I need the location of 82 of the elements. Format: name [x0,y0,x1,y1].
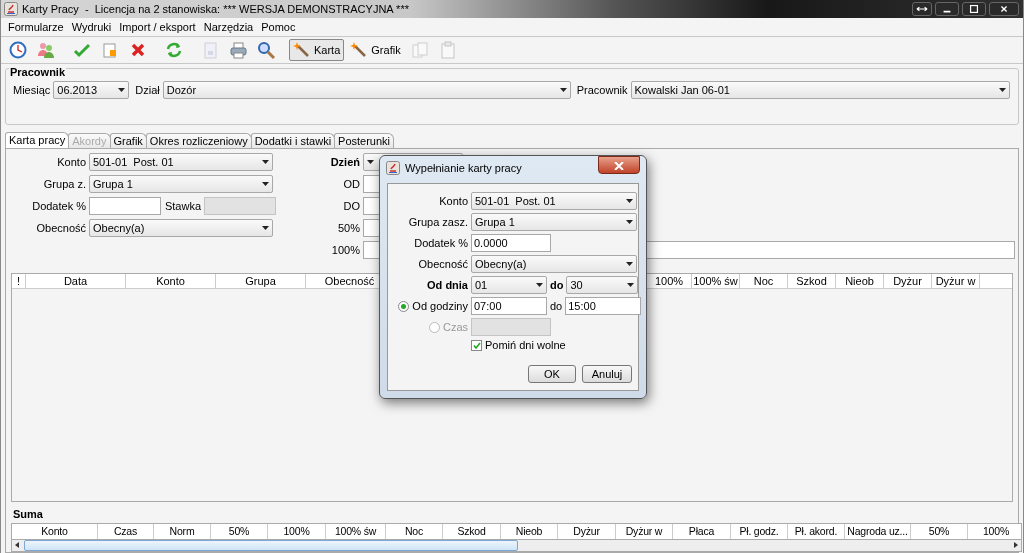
tab[interactable]: Posterunki [334,133,395,148]
column-header: Noc [740,274,788,288]
tab[interactable]: Dodatki i stawki [250,133,336,148]
menu-item[interactable]: Narzędzia [199,21,258,33]
dropdown[interactable]: Obecny(a) [89,219,273,237]
menu-item[interactable]: Import / eksport [115,21,200,33]
dropdown[interactable]: 501-01 Post. 01 [89,153,273,171]
column-header: Dyżur [558,524,616,539]
column-header: Dyżur w [616,524,673,539]
field-label: Pracownik [576,84,628,96]
toolbar-button[interactable]: Grafik [346,39,405,61]
group-title: Pracownik [9,66,67,78]
field-label: 50% [336,222,360,234]
column-header: 50% [911,524,968,539]
column-header: ! [12,274,26,288]
menu-item[interactable]: Wydruki [67,21,116,33]
column-header: Pł. akord. [788,524,845,539]
column-header: Dyżur [884,274,932,288]
dropdown[interactable]: 06.2013 [53,81,130,99]
column-header: Noc [386,524,443,539]
dropdown[interactable]: Dozór [162,81,571,99]
column-header: Dyżur w [932,274,980,288]
section-title: Suma [13,508,44,521]
field-label: do [550,279,564,291]
column-header: 100% św [692,274,740,288]
field-label: DO [342,200,360,212]
menu-item[interactable]: Formularze [4,21,68,33]
field-label: Grupa z. [42,178,86,190]
field-label: OD [342,178,360,190]
field-label: Dział [135,84,160,96]
field-label: 100% [330,244,360,256]
dropdown[interactable]: Grupa 1 [89,175,273,193]
dropdown[interactable]: Obecny(a) [471,255,637,273]
dialog-button[interactable]: Anuluj [582,365,632,383]
column-header: Konto [126,274,216,288]
radio-label: Od godziny [412,300,468,312]
field-label: Obecność [417,258,468,270]
column-header: Nieob [836,274,884,288]
field-label: Konto [56,156,86,168]
field-label: do [550,300,563,312]
tab[interactable]: Grafik [109,133,147,148]
radio-label: Czas [442,321,468,333]
column-header: Nagroda uz... [845,524,911,539]
menu-item[interactable]: Pomoc [257,21,300,33]
dropdown[interactable]: Kowalski Jan 06-01 [630,81,1010,99]
input-field[interactable]: 0.0000 [471,234,551,252]
dropdown[interactable]: 30 [566,276,639,294]
field-label: Dzień [329,156,360,168]
dialog-button[interactable]: OK [528,365,576,383]
column-header: Czas [98,524,154,539]
column-header: Data [26,274,126,288]
column-header: Konto [12,524,98,539]
tab[interactable]: Okres rozliczeniowy [145,133,252,148]
input-field[interactable]: 07:00 [471,297,547,315]
column-header: Płaca [673,524,731,539]
field-label: Dodatek % [413,237,468,249]
column-header: 100% św [326,524,386,539]
field-label: Dodatek % [31,200,86,212]
column-header: Grupa [216,274,306,288]
field-label: Obecność [35,222,86,234]
column-header: Szkod [788,274,836,288]
toolbar-button[interactable]: Karta [289,39,345,61]
field-label: Miesiąc [13,84,51,96]
dropdown[interactable]: Grupa 1 [471,213,637,231]
tab[interactable]: Karta pracy [5,132,70,148]
column-header: 100% [968,524,1024,539]
field-label: Konto [438,195,468,207]
column-header: Pł. godz. [731,524,788,539]
column-header: Norm [154,524,211,539]
checkbox-label: Pomiń dni wolne [485,339,566,351]
field-label: Od dnia [426,279,468,291]
window-title: Karty Pracy - Licencja na 2 stanowiska: *** WERSJA DEMONSTRACYJNA *** [22,3,410,15]
dropdown[interactable]: 01 [471,276,547,294]
dialog-title: Wypełnianie karty pracy [405,162,523,174]
column-header: Nieob [501,524,558,539]
input-field[interactable]: 15:00 [565,297,642,315]
column-header: 100% [268,524,326,539]
column-header: Szkod [443,524,501,539]
dropdown[interactable]: 501-01 Post. 01 [471,192,637,210]
field-label: Stawka [164,200,201,212]
field-label: Grupa zasz. [407,216,468,228]
column-header: 50% [211,524,268,539]
